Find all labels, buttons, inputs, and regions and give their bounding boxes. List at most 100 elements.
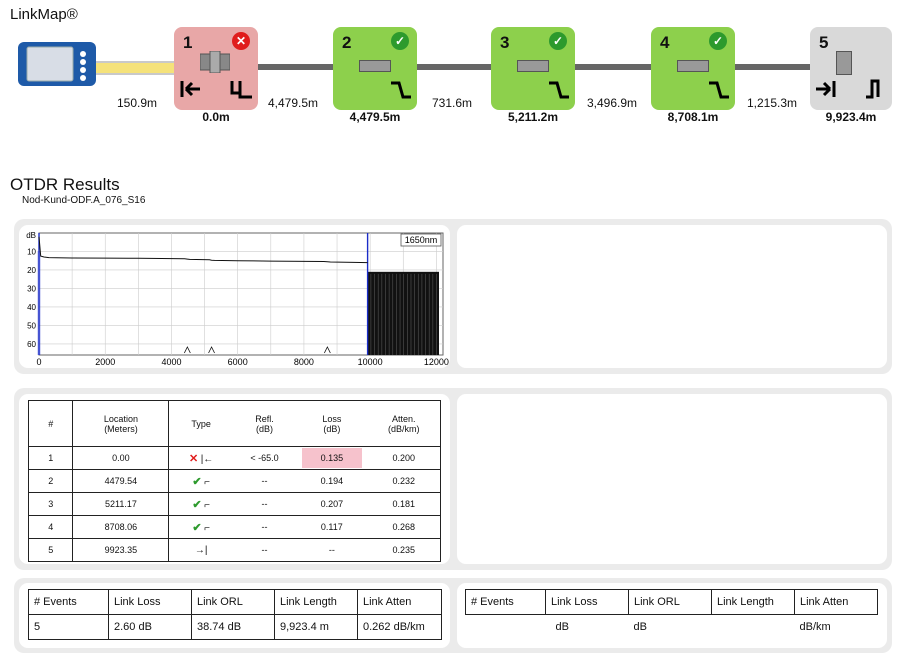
cell-loss: 0.117 (296, 515, 368, 539)
cell-type: ✔ ⌐ (168, 492, 233, 516)
summary-table-2: # Events Link Loss Link ORL Link Length … (465, 589, 878, 639)
cell-location: 5211.17 (72, 492, 170, 516)
check-icon: ✓ (391, 32, 409, 50)
table-row[interactable]: 2 4479.54 ✔ ⌐ -- 0.194 0.232 (27, 469, 441, 493)
check-icon: ✔ (192, 521, 202, 534)
cell-refl: -- (232, 515, 297, 539)
cell-refl: -- (232, 538, 297, 562)
x-tick-label: 0 (36, 357, 41, 367)
start-arrow-icon (180, 79, 202, 104)
summary-card: # Events Link Loss Link ORL Link Length … (19, 583, 450, 648)
events-header-row: # Location (Meters) Type Refl. (dB) Loss… (27, 400, 441, 447)
cell-type: →| (168, 538, 233, 562)
segment-length: 1,215.3m (747, 96, 798, 110)
y-axis-label: dB (26, 231, 36, 240)
header-atten: Atten. (dB/km) (367, 400, 441, 447)
segment-length: 4,479.5m (268, 96, 319, 110)
summary2-header-row: # Events Link Loss Link ORL Link Length … (465, 589, 878, 615)
summary2-value: dB (555, 621, 569, 633)
cell-num: 5 (27, 538, 74, 562)
splice-event-icon: ⌐ (204, 499, 210, 511)
event-number: 2 (342, 33, 352, 52)
splice-event-icon: ⌐ (204, 476, 210, 488)
x-tick-label: 4000 (161, 357, 181, 367)
reflective-event-icon (230, 77, 254, 106)
cell-type: ✔ ⌐ (168, 515, 233, 539)
table-row[interactable]: 3 5211.17 ✔ ⌐ -- 0.207 0.181 (27, 492, 441, 516)
events-card: # Location (Meters) Type Refl. (dB) Loss… (19, 394, 450, 564)
summary-card-2: # Events Link Loss Link ORL Link Length … (457, 583, 887, 648)
event-location: 8,708.1m (667, 110, 719, 124)
summary-table: # Events Link Loss Link ORL Link Length … (28, 589, 442, 640)
cell-loss: -- (296, 538, 368, 562)
summary2-header: Link Loss (545, 589, 629, 615)
linkmap-event-4[interactable]: 4 ✓ (651, 27, 735, 110)
summary2-value: dB (633, 621, 647, 633)
cell-refl: -- (232, 469, 297, 493)
cell-atten: 0.232 (367, 469, 441, 493)
fail-x-icon: ✕ (188, 452, 199, 465)
table-row[interactable]: 1 0.00 ✕ |← < -65.0 0.135 0.200 (27, 446, 441, 470)
event-number: 4 (660, 33, 670, 52)
summary-value: 9,923.4 m (274, 614, 358, 640)
reflective-event-icon (864, 77, 888, 106)
linkmap-event-2[interactable]: 2 ✓ (333, 27, 417, 110)
cell-loss: 0.135 (296, 446, 368, 470)
linkmap-diagram: 1 ✕ 0.0m 2 ✓ 4,479.5m 3 ✓ 5,211.2m 4 ✓ 8… (0, 0, 907, 135)
cell-num: 2 (27, 469, 74, 493)
cell-atten: 0.268 (367, 515, 441, 539)
segment-length: 150.9m (117, 96, 158, 110)
header-location: Location (Meters) (72, 400, 170, 447)
cell-num: 3 (27, 492, 74, 516)
table-row[interactable]: 4 8708.06 ✔ ⌐ -- 0.117 0.268 (27, 515, 441, 539)
table-row[interactable]: 5 9923.35 →| -- -- 0.235 (27, 538, 441, 562)
linkmap-event-3[interactable]: 3 ✓ (491, 27, 575, 110)
x-tick-label: 12000 (424, 357, 449, 367)
splice-loss-icon (547, 77, 571, 106)
event-number: 5 (819, 33, 829, 52)
segment-length: 3,496.9m (587, 96, 638, 110)
x-tick-label: 8000 (294, 357, 314, 367)
splice-icon (677, 60, 709, 72)
cell-num: 4 (27, 515, 74, 539)
check-icon: ✓ (549, 32, 567, 50)
end-connector-icon (836, 51, 852, 75)
events-panel: # Location (Meters) Type Refl. (dB) Loss… (14, 388, 892, 570)
summary-header: Link Atten (357, 589, 442, 615)
event-location: 9,923.4m (825, 110, 877, 124)
summary2-header: # Events (465, 589, 546, 615)
cell-location: 9923.35 (72, 538, 170, 562)
summary2-value: dB/km (799, 621, 831, 633)
connector-icon (199, 50, 231, 74)
cell-location: 4479.54 (72, 469, 170, 493)
cell-atten: 0.181 (367, 492, 441, 516)
otdr-device-icon (17, 40, 97, 88)
y-tick-label: 60 (27, 340, 36, 349)
trace-card: 0 2000 4000 6000 8000 10000 12000 10 20 30 40 50 60 d… (19, 225, 450, 368)
y-tick-label: 40 (27, 303, 36, 312)
summary-header: Link ORL (191, 589, 275, 615)
splice-event-icon: ⌐ (204, 522, 210, 534)
summary-header: # Events (28, 589, 109, 615)
legend-label: 1650nm (405, 235, 438, 245)
splice-loss-icon (707, 77, 731, 106)
header-type: Type (168, 400, 233, 447)
cell-num: 1 (27, 446, 74, 470)
summary-header: Link Loss (108, 589, 192, 615)
summary2-value (712, 615, 795, 640)
cell-location: 8708.06 (72, 515, 170, 539)
x-tick-label: 6000 (228, 357, 248, 367)
cell-location: 0.00 (72, 446, 170, 470)
splice-loss-icon (389, 77, 413, 106)
event-location: 5,211.2m (507, 110, 559, 124)
otdr-trace-chart: 0 2000 4000 6000 8000 10000 12000 10 20 30 40 50 60 d… (26, 231, 449, 367)
trace-card-empty (457, 225, 887, 368)
linkmap-event-5[interactable]: 5 (810, 27, 892, 110)
event-location: 0.0m (202, 110, 230, 124)
x-tick-label: 10000 (358, 357, 383, 367)
otdr-results-subtitle: Nod-Kund-ODF.A_076_S16 (22, 195, 146, 206)
x-tick-label: 2000 (95, 357, 115, 367)
splice-icon (359, 60, 391, 72)
summary2-header: Link Atten (794, 589, 878, 615)
linkmap-event-1[interactable]: 1 ✕ (174, 27, 258, 110)
